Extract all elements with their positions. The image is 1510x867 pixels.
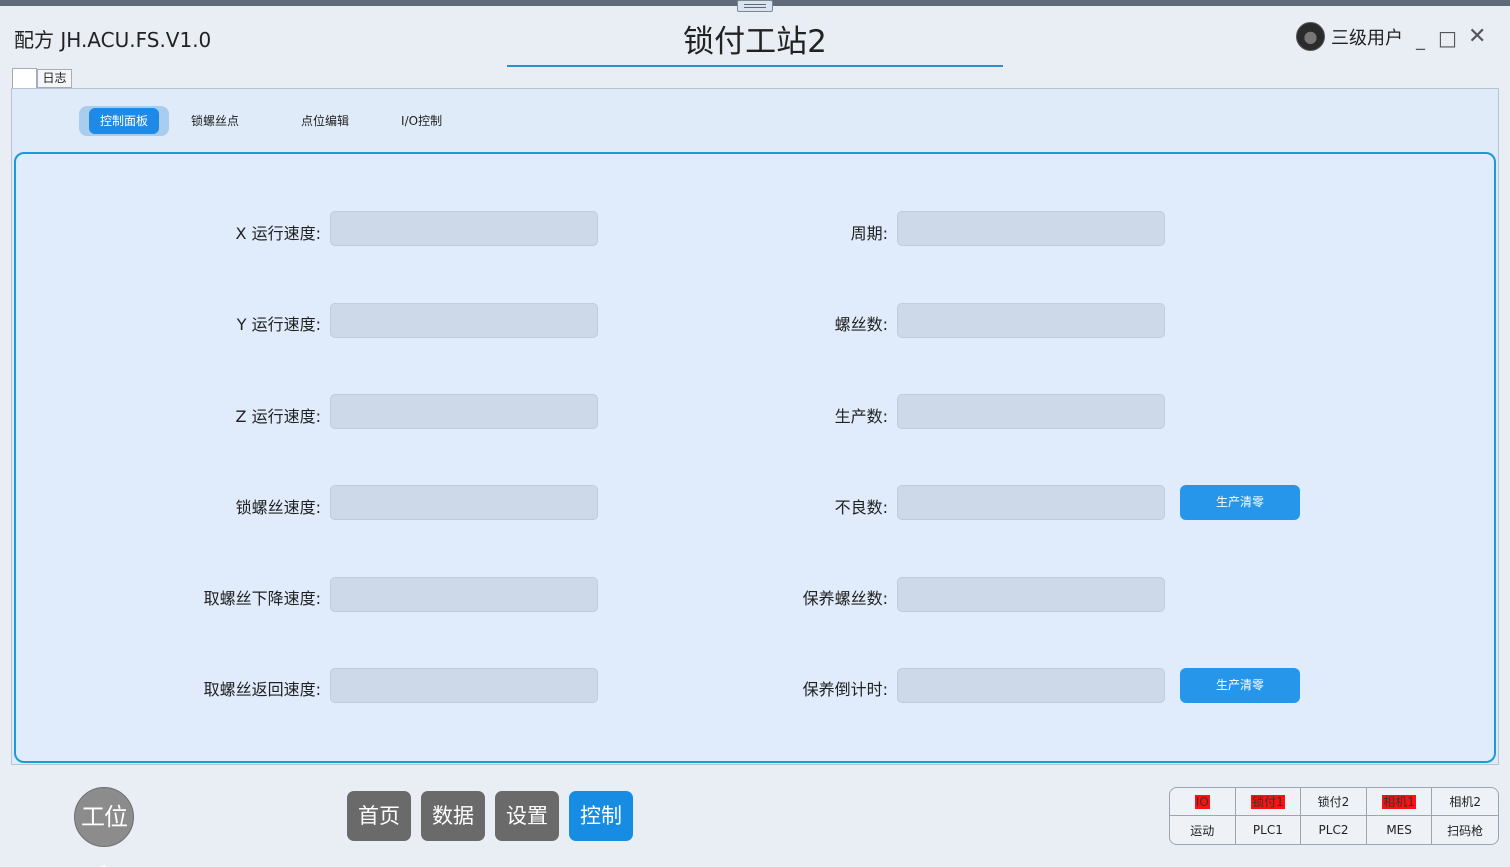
status-motion: 运动 <box>1170 816 1236 844</box>
tab-screw-points[interactable]: 锁螺丝点 <box>181 106 249 136</box>
avatar <box>1296 22 1325 51</box>
screw-speed-field[interactable] <box>330 485 598 520</box>
x-speed-field[interactable] <box>330 211 598 246</box>
maintenance-reset-button[interactable]: 生产清零 <box>1180 668 1300 703</box>
station-badge[interactable]: 工位1 <box>74 787 134 867</box>
status-label: IO <box>1194 794 1210 809</box>
status-lock2: 锁付2 <box>1301 788 1367 816</box>
status-mes: MES <box>1367 816 1433 844</box>
minimize-icon[interactable]: _ <box>1416 30 1425 51</box>
maintenance-countdown-field[interactable] <box>897 668 1165 703</box>
cycle-label: 周期: <box>850 224 888 243</box>
production-count-label: 生产数: <box>834 407 888 426</box>
status-io: IO <box>1170 788 1236 816</box>
z-speed-field[interactable] <box>330 394 598 429</box>
status-lock1: 锁付1 <box>1235 788 1302 816</box>
user-level-label: 三级用户 <box>1331 27 1403 49</box>
nav-settings-button[interactable]: 设置 <box>495 791 559 841</box>
close-icon[interactable]: ✕ <box>1468 24 1486 49</box>
y-speed-field[interactable] <box>330 303 598 338</box>
tab-label: 控制面板 <box>89 108 160 134</box>
tab-io-control[interactable]: I/O控制 <box>391 106 452 136</box>
recipe-label: 配方 JH.ACU.FS.V1.0 <box>14 28 212 52</box>
pick-return-speed-label: 取螺丝返回速度: <box>203 680 321 699</box>
tab-point-edit[interactable]: 点位编辑 <box>291 106 359 136</box>
tab-blank[interactable] <box>12 68 37 90</box>
defect-count-label: 不良数: <box>834 498 888 517</box>
cycle-field[interactable] <box>897 211 1165 246</box>
user-info[interactable]: 三级用户 <box>1296 22 1403 51</box>
nav-home-button[interactable]: 首页 <box>347 791 411 841</box>
status-label: 锁付2 <box>1317 795 1350 809</box>
screw-count-label: 螺丝数: <box>834 315 888 334</box>
subtab-bar: 控制面板 锁螺丝点 点位编辑 I/O控制 <box>79 106 452 136</box>
maintenance-screw-label: 保养螺丝数: <box>802 589 888 608</box>
z-speed-label: Z 运行速度: <box>235 407 321 426</box>
title-underline <box>507 65 1003 67</box>
status-camera1: 相机1 <box>1366 788 1433 816</box>
status-label: 相机2 <box>1449 795 1481 809</box>
status-plc1: PLC1 <box>1236 816 1302 844</box>
page-title: 锁付工站2 <box>683 24 827 60</box>
device-status-grid: IO 锁付1 锁付2 相机1 相机2 运动 PLC1 PLC2 MES 扫码枪 <box>1169 787 1499 845</box>
maximize-icon[interactable]: □ <box>1438 26 1457 50</box>
status-plc2: PLC2 <box>1301 816 1367 844</box>
pick-return-speed-field[interactable] <box>330 668 598 703</box>
y-speed-label: Y 运行速度: <box>236 315 321 334</box>
status-scanner: 扫码枪 <box>1447 823 1484 838</box>
screw-count-field[interactable] <box>897 303 1165 338</box>
status-label: 相机1 <box>1382 794 1416 809</box>
status-camera2: 相机2 <box>1432 788 1498 816</box>
maintenance-screw-field[interactable] <box>897 577 1165 612</box>
tab-log[interactable]: 日志 <box>37 69 72 88</box>
x-speed-label: X 运行速度: <box>235 224 321 243</box>
pick-down-speed-field[interactable] <box>330 577 598 612</box>
production-reset-button[interactable]: 生产清零 <box>1180 485 1300 520</box>
pick-down-speed-label: 取螺丝下降速度: <box>203 589 321 608</box>
defect-count-field[interactable] <box>897 485 1165 520</box>
status-label: 锁付1 <box>1251 794 1285 809</box>
screw-speed-label: 锁螺丝速度: <box>235 498 321 517</box>
maintenance-countdown-label: 保养倒计时: <box>802 680 888 699</box>
tab-control-panel[interactable]: 控制面板 <box>79 106 170 136</box>
production-count-field[interactable] <box>897 394 1165 429</box>
nav-data-button[interactable]: 数据 <box>421 791 485 841</box>
drag-handle-icon[interactable] <box>737 0 773 12</box>
nav-control-button[interactable]: 控制 <box>569 791 633 841</box>
